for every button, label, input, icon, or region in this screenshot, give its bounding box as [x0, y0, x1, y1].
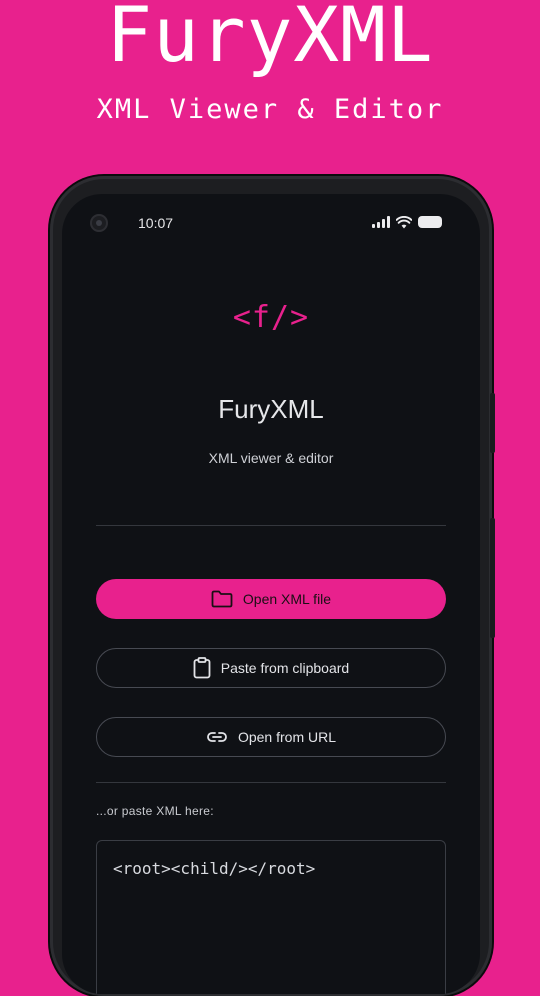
app-name: FuryXML — [218, 394, 324, 424]
link-icon — [207, 732, 227, 742]
app-screen: 10:07 <f/> FuryXML XML viewer & editor O… — [62, 194, 480, 994]
divider-top — [96, 525, 446, 526]
phone-power-button — [490, 393, 495, 453]
paste-from-clipboard-button[interactable]: Paste from clipboard — [96, 648, 446, 688]
phone-volume-button — [490, 518, 495, 638]
open-from-url-label: Open from URL — [237, 729, 337, 745]
promo-subtitle: XML Viewer & Editor — [96, 94, 444, 125]
open-xml-file-button[interactable]: Open XML file — [96, 579, 446, 619]
divider-bottom — [96, 782, 446, 783]
app-logo: <f/> — [232, 300, 310, 335]
open-from-url-button[interactable]: Open from URL — [96, 717, 446, 757]
xml-input-text: <root><child/></root> — [113, 859, 316, 878]
folder-icon — [211, 590, 233, 608]
xml-input-area[interactable]: <root><child/></root> — [96, 840, 446, 994]
paste-from-clipboard-label: Paste from clipboard — [220, 660, 350, 676]
paste-area-label: ...or paste XML here: — [96, 804, 214, 818]
home-content: <f/> FuryXML XML viewer & editor Open XM… — [62, 194, 480, 994]
open-xml-file-label: Open XML file — [242, 591, 332, 607]
clipboard-icon — [193, 657, 211, 679]
app-tagline: XML viewer & editor — [208, 450, 334, 466]
promo-title: FuryXML — [106, 0, 434, 79]
